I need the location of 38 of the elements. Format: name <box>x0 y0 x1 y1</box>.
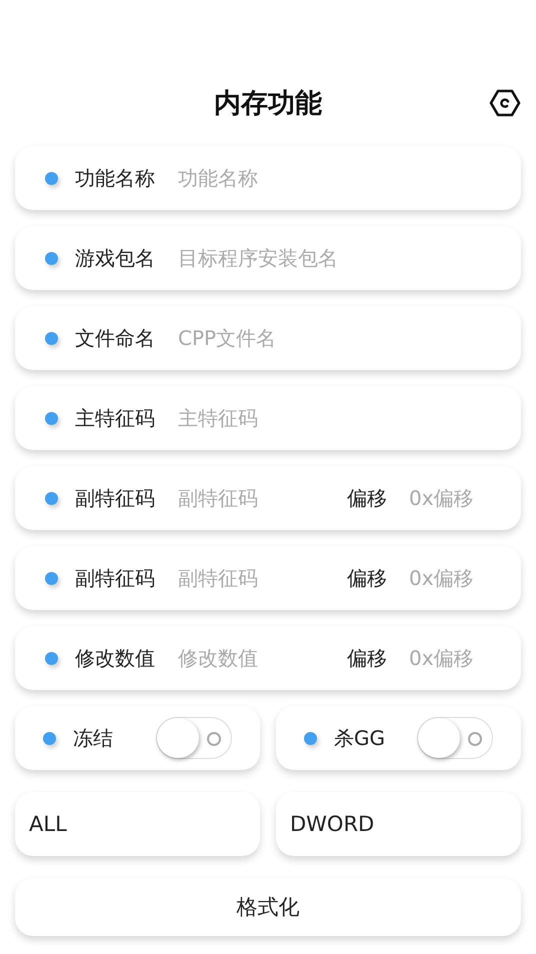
toggle-label: 杀GG <box>334 724 385 752</box>
bullet-dot-icon <box>43 732 56 744</box>
field-label: 功能名称 <box>75 164 155 192</box>
field-label: 文件命名 <box>75 324 155 352</box>
page-title: 内存功能 <box>214 87 322 121</box>
toggle-label: 冻结 <box>73 724 113 752</box>
bullet-dot-icon <box>45 412 58 424</box>
dropdown[interactable]: DWORD <box>276 792 521 856</box>
bullet-dot-icon <box>45 492 58 504</box>
settings-icon[interactable] <box>489 87 521 119</box>
offset-field[interactable]: 0x偏移 <box>409 646 491 670</box>
input-field[interactable]: CPP文件名 <box>178 326 491 350</box>
input-field[interactable]: 修改数值 <box>178 646 337 670</box>
field-label: 游戏包名 <box>75 244 155 272</box>
offset-label: 偏移 <box>347 644 387 672</box>
toggle-switch[interactable] <box>156 717 232 759</box>
field-label: 副特征码 <box>75 484 155 512</box>
offset-field[interactable]: 0x偏移 <box>409 486 491 510</box>
dropdown[interactable]: ALL <box>15 792 260 856</box>
input-field[interactable]: 副特征码 <box>178 486 337 510</box>
input-field[interactable]: 副特征码 <box>178 566 337 590</box>
bullet-dot-icon <box>304 732 317 744</box>
field-label: 主特征码 <box>75 404 155 432</box>
toggle-switch[interactable] <box>417 717 493 759</box>
bullet-dot-icon <box>45 572 58 584</box>
bullet-dot-icon <box>45 252 58 264</box>
input-field[interactable]: 功能名称 <box>178 166 491 190</box>
input-field[interactable]: 目标程序安装包名 <box>178 246 491 270</box>
field-label: 修改数值 <box>75 644 155 672</box>
input-field[interactable]: 主特征码 <box>178 406 491 430</box>
bullet-dot-icon <box>45 172 58 184</box>
offset-label: 偏移 <box>347 564 387 592</box>
format-button[interactable]: 格式化 <box>15 878 521 936</box>
bullet-dot-icon <box>45 332 58 344</box>
offset-field[interactable]: 0x偏移 <box>409 566 491 590</box>
field-label: 副特征码 <box>75 564 155 592</box>
offset-label: 偏移 <box>347 484 387 512</box>
bullet-dot-icon <box>45 652 58 664</box>
